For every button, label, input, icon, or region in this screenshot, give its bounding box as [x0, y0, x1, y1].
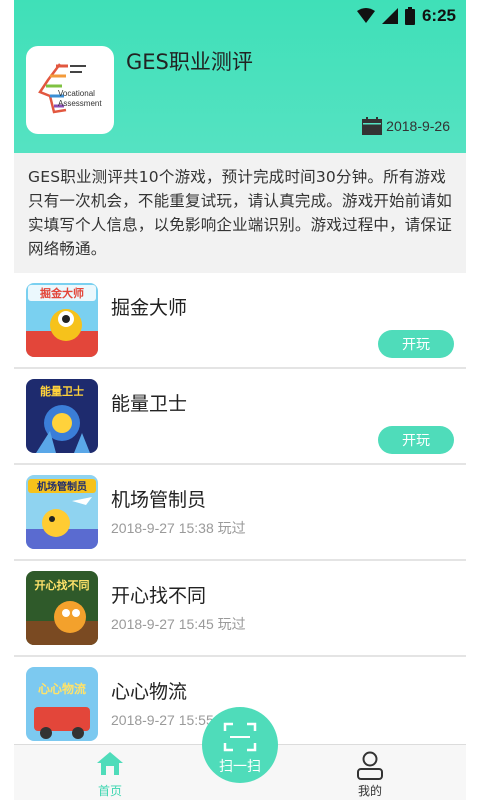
app-logo: Vocational Assessment [26, 46, 114, 134]
game-name: 开心找不同 [111, 585, 207, 607]
game-name: 能量卫士 [111, 393, 188, 415]
home-icon [97, 752, 123, 775]
play-button[interactable]: 开玩 [378, 330, 454, 358]
thumb-title: 心心物流 [38, 681, 86, 696]
game-thumbnail: 心心物流 [26, 667, 98, 741]
played-status: 2018-9-27 15:45 玩过 [111, 616, 246, 632]
status-bar: 6:25 [356, 6, 456, 26]
game-list: 掘金大师 掘金大师 开玩 能量卫士 能量卫士 开玩 机场管制员 机场管制员 20… [14, 273, 466, 753]
scan-button[interactable]: 扫一扫 [202, 707, 278, 783]
tab-mine[interactable]: 我的 [320, 745, 420, 800]
battery-icon [404, 7, 415, 25]
status-time: 6:25 [421, 6, 456, 25]
played-status: 2018-9-27 15:38 玩过 [111, 520, 246, 536]
calendar-icon [362, 117, 383, 135]
game-thumbnail: 开心找不同 [26, 571, 98, 645]
game-thumbnail: 机场管制员 [26, 475, 98, 549]
thumb-title: 开心找不同 [35, 578, 90, 592]
game-item-kai-xin-zhao-bu-tong[interactable]: 开心找不同 开心找不同 2018-9-27 15:45 玩过 [14, 561, 466, 657]
game-thumbnail: 掘金大师 [26, 283, 98, 357]
header: 6:25 Vocational Assessment GES职业测评 2018-… [14, 0, 466, 153]
thumb-title: 能量卫士 [40, 384, 84, 398]
tab-home[interactable]: 首页 [60, 745, 160, 800]
game-thumbnail: 能量卫士 [26, 379, 98, 453]
game-item-neng-liang-wei-shi[interactable]: 能量卫士 能量卫士 开玩 [14, 369, 466, 465]
description: GES职业测评共10个游戏，预计完成时间30分钟。所有游戏只有一次机会，不能重复… [14, 153, 466, 273]
date-text: 2018-9-26 [386, 118, 450, 134]
game-item-ji-chang-guan-zhi-yuan[interactable]: 机场管制员 机场管制员 2018-9-27 15:38 玩过 [14, 465, 466, 561]
tab-mine-label: 我的 [357, 784, 382, 798]
page-title: GES职业测评 [126, 50, 253, 74]
thumb-title: 掘金大师 [40, 286, 84, 300]
game-item-jue-jin-da-shi[interactable]: 掘金大师 掘金大师 开玩 [14, 273, 466, 369]
wifi-icon [356, 8, 375, 23]
app-frame: 6:25 Vocational Assessment GES职业测评 2018-… [14, 0, 466, 800]
signal-icon [381, 8, 398, 24]
thumb-title: 机场管制员 [37, 480, 87, 493]
play-button[interactable]: 开玩 [378, 426, 454, 454]
user-icon [357, 751, 383, 780]
scan-icon [223, 722, 257, 752]
scan-label: 扫一扫 [219, 759, 261, 775]
game-name: 掘金大师 [111, 297, 188, 319]
test-date: 2018-9-26 [362, 117, 450, 135]
game-name: 机场管制员 [111, 489, 207, 511]
logo-text-line2: Assessment [58, 99, 102, 108]
game-name: 心心物流 [111, 681, 188, 703]
logo-text-line1: Vocational [58, 89, 95, 98]
tab-home-label: 首页 [97, 784, 122, 798]
